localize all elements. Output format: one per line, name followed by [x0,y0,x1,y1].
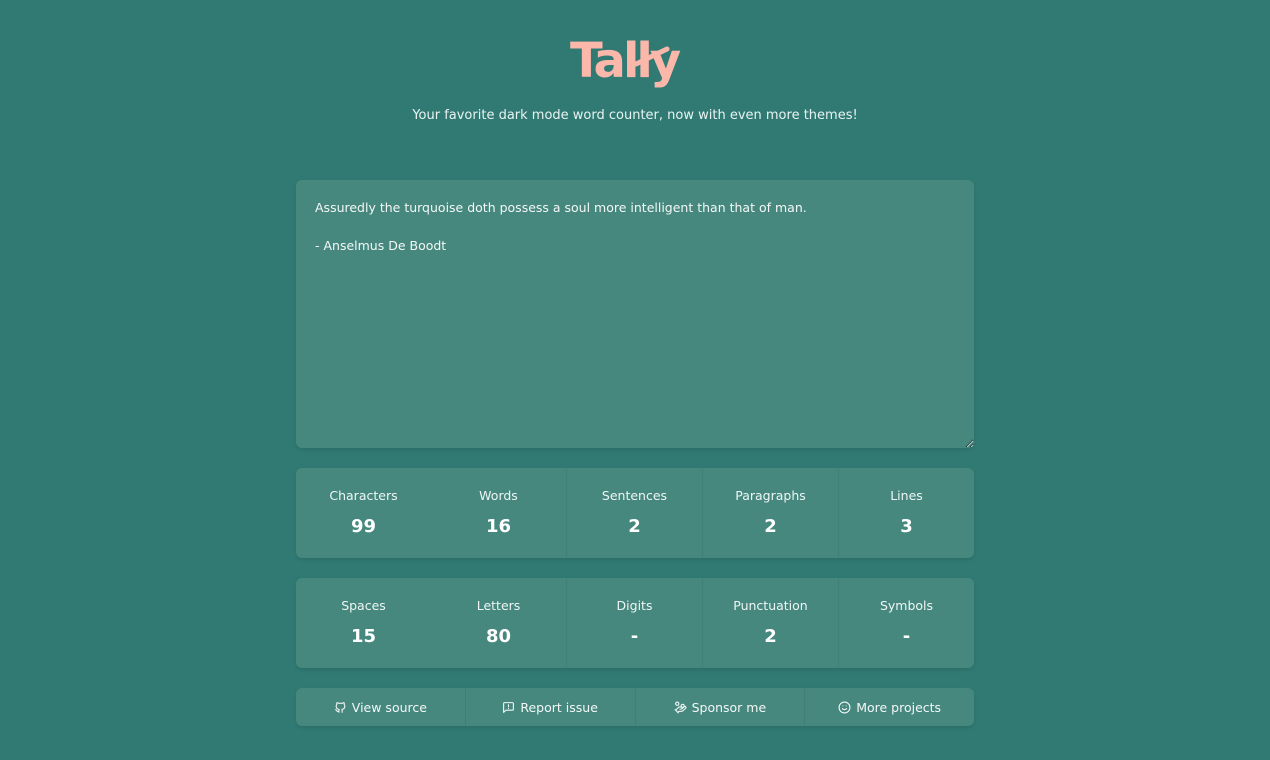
stat-label: Symbols [879,598,934,613]
hand-coins-icon [674,701,687,713]
stats-panel-secondary: Spaces 15 Letters 80 Digits - Punctuatio… [296,578,974,668]
view-source-link[interactable]: View source [296,688,465,726]
stat-symbols: Symbols - [838,578,974,668]
stat-digits: Digits - [566,578,702,668]
stat-label: Spaces [341,598,386,613]
stat-value: - [630,626,639,647]
stat-characters: Characters 99 [296,468,431,558]
stat-label: Sentences [601,488,668,503]
message-alert-icon [503,701,515,713]
stat-punctuation: Punctuation 2 [702,578,838,668]
stat-value: 16 [485,516,512,537]
stat-value: 15 [350,626,377,647]
stat-label: Words [479,488,518,503]
stat-label: Digits [616,598,653,613]
stat-value: 2 [628,516,641,537]
text-input[interactable]: Assuredly the turquoise doth possess a s… [296,180,974,448]
stat-value: 2 [764,516,777,537]
stat-lines: Lines 3 [838,468,974,558]
view-source-label: View source [351,699,427,715]
more-projects-label: More projects [856,699,942,715]
footer-links: View source Report issue Sponsor me More… [296,688,974,726]
tagline: Your favorite dark mode word counter, no… [412,108,858,123]
stat-label: Punctuation [733,598,808,613]
stat-value: 2 [764,626,777,647]
stat-letters: Letters 80 [431,578,566,668]
stat-paragraphs: Paragraphs 2 [702,468,838,558]
stat-sentences: Sentences 2 [566,468,702,558]
more-projects-link[interactable]: More projects [804,688,974,726]
stat-label: Lines [890,488,923,503]
report-issue-label: Report issue [520,699,598,715]
smile-icon [838,701,851,713]
stat-label: Paragraphs [735,488,806,503]
stat-label: Letters [476,598,521,613]
stat-value: 3 [900,516,913,537]
stat-value: 80 [485,626,512,647]
github-icon [334,701,346,713]
stat-spaces: Spaces 15 [296,578,431,668]
sponsor-me-label: Sponsor me [691,699,767,715]
logo-text: Tally [570,33,681,89]
stat-label: Characters [329,488,398,503]
sponsor-me-link[interactable]: Sponsor me [634,688,805,726]
report-issue-link[interactable]: Report issue [464,688,635,726]
stats-panel-primary: Characters 99 Words 16 Sentences 2 Parag… [296,468,974,558]
stat-words: Words 16 [431,468,566,558]
tally-logo: Tally [0,30,1270,94]
stat-value: - [902,626,911,647]
stat-value: 99 [350,516,377,537]
